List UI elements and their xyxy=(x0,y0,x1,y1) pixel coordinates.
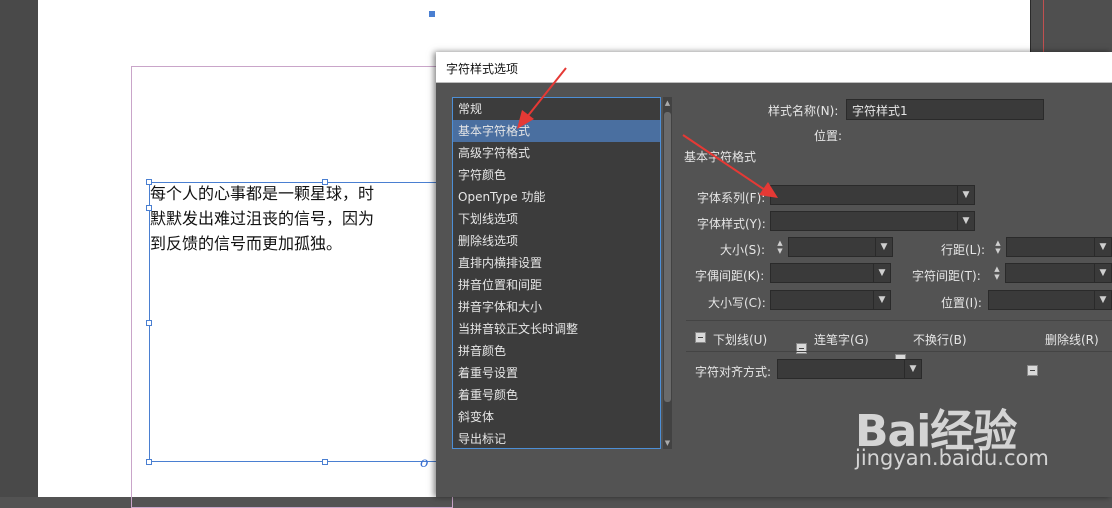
annotation-arrow-2 xyxy=(682,134,778,198)
annotation-arrow-1 xyxy=(517,67,567,129)
baidu-watermark-url: jingyan.baidu.com xyxy=(855,446,1049,470)
